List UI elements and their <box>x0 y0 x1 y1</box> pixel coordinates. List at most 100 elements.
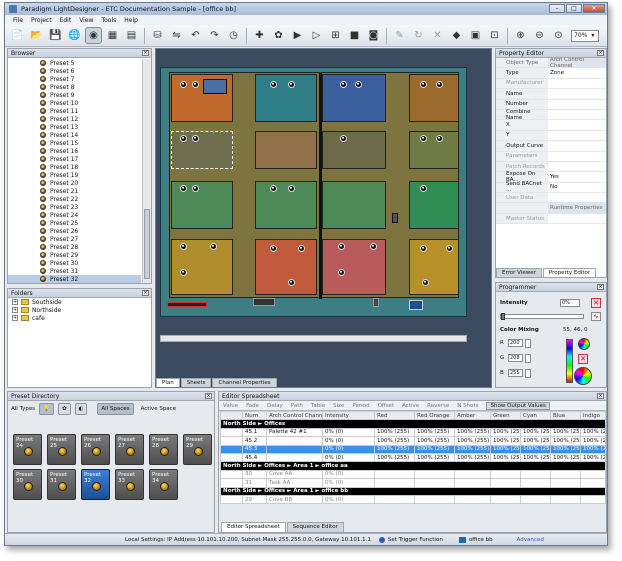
b-slider[interactable] <box>525 369 531 378</box>
table-row[interactable]: 31 Task AA 0% (0) <box>220 478 606 488</box>
browser-item[interactable]: Preset 8 <box>8 83 141 91</box>
property-value[interactable] <box>548 141 606 150</box>
fixture-icon[interactable] <box>180 243 187 250</box>
table-cell[interactable] <box>580 469 606 480</box>
table-cell[interactable] <box>374 478 415 488</box>
table-cell[interactable]: 100% (255) <box>414 444 455 454</box>
zoom-in-icon[interactable]: ⊕ <box>512 27 529 44</box>
room[interactable] <box>255 131 317 169</box>
property-row[interactable]: Master Status <box>496 213 606 225</box>
browser-item[interactable]: Preset 19 <box>8 171 141 179</box>
browser-item[interactable]: Preset 20 <box>8 179 141 187</box>
property-value[interactable]: No <box>548 183 606 192</box>
table-cell[interactable]: Palette 42 #1 <box>266 427 323 438</box>
browser-item[interactable]: Preset 15 <box>8 139 141 147</box>
browser-item[interactable]: Preset 6 <box>8 67 141 75</box>
table-cell[interactable]: 100% (255) <box>374 427 415 438</box>
browser-item[interactable]: Preset 21 <box>8 187 141 195</box>
property-value[interactable]: Zone <box>548 68 606 77</box>
table-cell[interactable]: Cove BB <box>266 494 323 505</box>
tab-plan[interactable]: Plan <box>156 378 180 387</box>
table-cell[interactable]: 0% (0) <box>322 469 375 480</box>
table-row[interactable]: 29 Cove BB 0% (0) <box>220 494 606 505</box>
property-value[interactable] <box>548 110 606 119</box>
table-cell[interactable] <box>374 494 415 505</box>
table-cell[interactable]: 100% (255) <box>520 444 551 454</box>
table-cell[interactable]: 100% (255) <box>580 444 606 454</box>
new-icon[interactable]: 📄 <box>9 27 26 44</box>
preset-tile[interactable]: Preset 24 <box>13 434 42 465</box>
table-cell[interactable] <box>414 494 455 505</box>
column-header[interactable]: Cyan <box>520 410 551 421</box>
group-row[interactable]: North Side ► Offices ► Area 1 ► office a… <box>220 461 606 471</box>
table-row[interactable]: 45.3 0% (0) 100% (255) 100% (255) 100% (255)… <box>220 444 606 454</box>
maximize-button[interactable]: □ <box>566 4 582 13</box>
table-cell[interactable]: 100% (255) <box>580 436 606 446</box>
column-header[interactable]: Num <box>242 410 267 421</box>
fixture-icon[interactable] <box>420 81 427 88</box>
table-cell[interactable]: 100% (255) <box>550 427 581 438</box>
table-cell[interactable]: 100% (255) <box>374 452 415 463</box>
browser-item[interactable]: Preset 5 <box>8 59 141 67</box>
browser-item[interactable]: Preset 17 <box>8 155 141 163</box>
table-cell[interactable]: 0% (0) <box>322 436 375 446</box>
bulb-filter-button[interactable]: 💡 <box>39 403 54 415</box>
property-row[interactable]: X <box>496 120 606 131</box>
table-cell[interactable]: Task AA <box>266 478 323 488</box>
table-cell[interactable] <box>454 478 491 488</box>
tab-sequence-editor[interactable]: Sequence Editor <box>286 522 344 532</box>
property-row[interactable]: Combine Name <box>496 109 606 121</box>
table-cell[interactable] <box>266 444 323 454</box>
browser-item[interactable]: Preset 13 <box>8 123 141 131</box>
add-fixture-icon[interactable]: ✚ <box>251 27 268 44</box>
table-cell[interactable]: 45.2 <box>242 436 267 446</box>
preset-tile[interactable]: Preset 29 <box>183 434 212 465</box>
browser-item[interactable]: Preset 32 <box>8 275 141 283</box>
table-cell[interactable] <box>550 469 581 480</box>
menu-view[interactable]: View <box>79 17 93 24</box>
network-icon[interactable]: ⛁ <box>149 27 166 44</box>
fixture-icon[interactable] <box>192 81 199 88</box>
fixture-icon[interactable] <box>340 135 347 142</box>
fixture-icon[interactable] <box>436 135 443 142</box>
sync-icon[interactable]: ⇋ <box>168 27 185 44</box>
table-cell[interactable] <box>220 436 243 446</box>
switch-icon[interactable] <box>373 298 379 307</box>
preset-tile[interactable]: Preset 27 <box>115 434 144 465</box>
close-icon[interactable]: × <box>597 50 604 56</box>
status-mode[interactable]: Advanced <box>517 537 544 543</box>
intensity-input[interactable]: 0% <box>560 299 580 307</box>
table-cell[interactable] <box>454 494 491 505</box>
table-cell[interactable]: 45.3 <box>242 444 267 454</box>
r-slider[interactable] <box>525 339 531 348</box>
fixture-icon[interactable] <box>288 81 295 88</box>
fixture-icon[interactable] <box>338 243 345 250</box>
folder-item[interactable]: + Southside <box>8 298 151 306</box>
zoom-fit-icon[interactable]: ⊙ <box>550 27 567 44</box>
column-header[interactable]: Arch Control Channel <box>266 410 323 421</box>
browser-item[interactable]: Preset 14 <box>8 131 141 139</box>
property-value[interactable] <box>548 214 606 223</box>
preset-tile[interactable]: Preset 30 <box>13 469 42 500</box>
minimize-button[interactable]: – <box>549 4 565 13</box>
zoom-out-icon[interactable]: ⊖ <box>531 27 548 44</box>
table-cell[interactable]: 100% (255) <box>490 444 521 454</box>
tab-editor-spreadsheet[interactable]: Editor Spreadsheet <box>221 522 286 532</box>
fixture-icon[interactable] <box>422 279 429 286</box>
property-value[interactable] <box>548 120 606 129</box>
table-cell[interactable] <box>220 427 243 438</box>
fixture-icon[interactable] <box>446 245 453 252</box>
fixture-icon[interactable] <box>270 81 277 88</box>
property-row[interactable]: User Data <box>496 193 606 204</box>
monitor-icon[interactable] <box>409 300 423 310</box>
table-cell[interactable]: 0% (0) <box>322 478 375 488</box>
browser-item[interactable]: Preset 24 <box>8 211 141 219</box>
table-row[interactable]: 45.2 0% (0) 100% (255) 100% (255) 100% (255)… <box>220 436 606 446</box>
redo-icon[interactable]: ↷ <box>206 27 223 44</box>
table-cell[interactable]: 0% (0) <box>322 452 375 463</box>
all-spaces-button[interactable]: All Spaces <box>97 403 134 415</box>
property-value[interactable] <box>548 100 606 109</box>
table-cell[interactable]: 100% (255) <box>414 452 455 463</box>
column-header[interactable]: Amber <box>454 410 491 421</box>
table-cell[interactable]: Cove AA <box>266 469 323 480</box>
